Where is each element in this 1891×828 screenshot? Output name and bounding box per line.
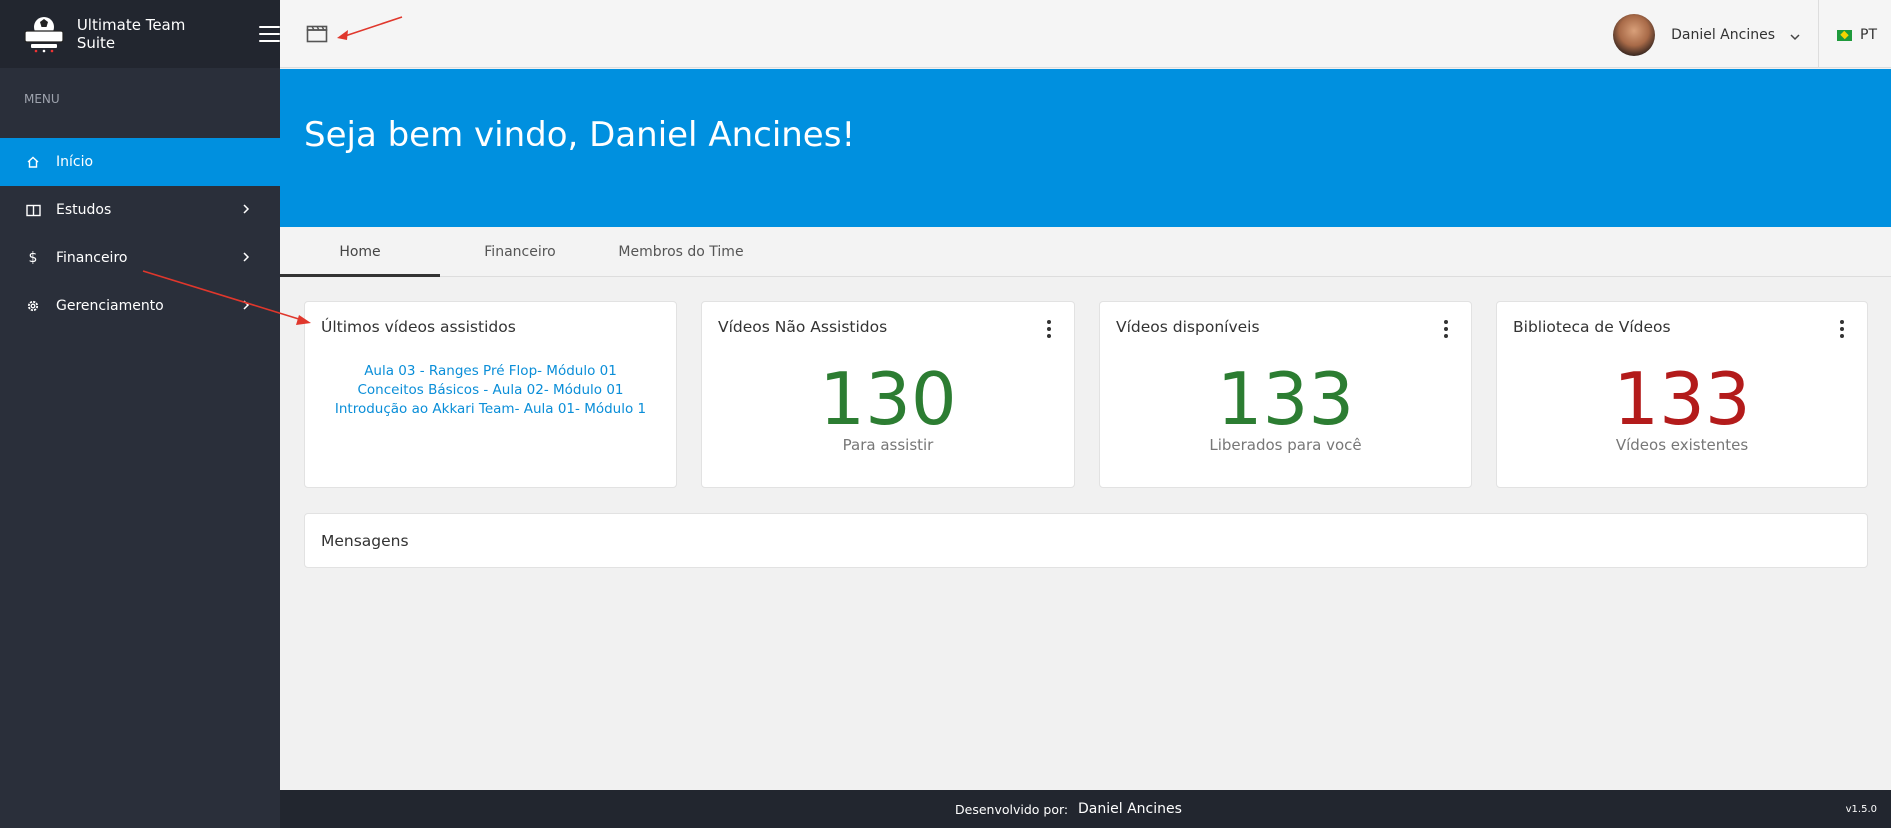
sidebar: Ultimate Team Suite MENU Início Estudos … — [0, 0, 280, 828]
unwatched-label: Para assistir — [842, 436, 934, 454]
more-options-icon[interactable] — [1046, 320, 1052, 338]
sidebar-item-estudos[interactable]: Estudos — [0, 186, 280, 234]
app-logo[interactable] — [22, 14, 67, 54]
sidebar-item-financeiro[interactable]: $ Financeiro — [0, 234, 280, 282]
user-name: Daniel Ancines — [1671, 27, 1775, 43]
welcome-title: Seja bem vindo, Daniel Ancines! — [304, 115, 856, 155]
chevron-right-icon — [242, 251, 250, 267]
video-library-card: Biblioteca de Vídeos 133 Vídeos existent… — [1496, 301, 1868, 488]
tab-financeiro[interactable]: Financeiro — [440, 227, 600, 277]
brazil-flag-icon — [1837, 29, 1852, 41]
welcome-banner: Seja bem vindo, Daniel Ancines! — [280, 69, 1891, 227]
card-title: Últimos vídeos assistidos — [321, 318, 516, 336]
more-options-icon[interactable] — [1839, 320, 1845, 338]
book-icon — [24, 201, 42, 219]
footer: Desenvolvido por: Daniel Ancines v1.5.0 — [280, 790, 1891, 828]
unwatched-videos-card: Vídeos Não Assistidos 130 Para assistir — [701, 301, 1075, 488]
library-label: Vídeos existentes — [1615, 436, 1749, 454]
chevron-right-icon — [242, 203, 250, 219]
tab-membros-do-time[interactable]: Membros do Time — [600, 227, 762, 277]
user-menu[interactable]: Daniel Ancines — [1613, 14, 1801, 56]
recent-videos-card: Últimos vídeos assistidos Aula 03 - Rang… — [304, 301, 677, 488]
tab-home[interactable]: Home — [280, 227, 440, 277]
divider — [1818, 0, 1819, 68]
menu-heading: MENU — [24, 92, 60, 106]
menu-toggle-icon[interactable] — [258, 26, 280, 42]
developed-by-label: Desenvolvido por: — [955, 802, 1069, 817]
sidebar-item-label: Início — [56, 154, 94, 170]
card-title: Vídeos Não Assistidos — [718, 318, 888, 336]
available-videos-card: Vídeos disponíveis 133 Liberados para vo… — [1099, 301, 1472, 488]
clapperboard-icon[interactable] — [306, 25, 328, 47]
version-label: v1.5.0 — [1845, 804, 1877, 815]
recent-videos-list: Aula 03 - Ranges Pré Flop- Módulo 01 Con… — [305, 362, 676, 419]
recent-video-link[interactable]: Conceitos Básicos - Aula 02- Módulo 01 — [305, 381, 676, 400]
gear-icon — [24, 297, 42, 315]
home-icon — [24, 153, 42, 171]
sidebar-item-inicio[interactable]: Início — [0, 138, 280, 186]
unwatched-count: 130 — [819, 357, 957, 441]
card-title: Vídeos disponíveis — [1116, 318, 1260, 336]
recent-video-link[interactable]: Introdução ao Akkari Team- Aula 01- Módu… — [305, 400, 676, 419]
available-label: Liberados para você — [1209, 436, 1362, 454]
chevron-right-icon — [242, 299, 250, 315]
sidebar-item-label: Financeiro — [56, 250, 128, 266]
messages-panel: Mensagens — [304, 513, 1868, 568]
messages-title: Mensagens — [321, 532, 409, 550]
sidebar-item-label: Estudos — [56, 202, 112, 218]
sidebar-nav: Início Estudos $ Financeiro Gerenciament… — [0, 138, 280, 330]
app-name: Ultimate Team Suite — [76, 16, 186, 52]
top-bar: Daniel Ancines PT — [280, 0, 1891, 68]
library-count: 133 — [1613, 357, 1751, 441]
developer-name: Daniel Ancines — [1078, 801, 1182, 817]
language-label: PT — [1860, 27, 1877, 43]
language-selector[interactable]: PT — [1837, 27, 1877, 43]
card-title: Biblioteca de Vídeos — [1513, 318, 1671, 336]
dollar-icon: $ — [28, 250, 38, 266]
available-count: 133 — [1216, 357, 1355, 441]
tab-bar: Home Financeiro Membros do Time — [280, 227, 1891, 277]
chevron-down-icon — [1789, 26, 1801, 45]
sidebar-item-label: Gerenciamento — [56, 298, 164, 314]
more-options-icon[interactable] — [1443, 320, 1449, 338]
recent-video-link[interactable]: Aula 03 - Ranges Pré Flop- Módulo 01 — [305, 362, 676, 381]
sidebar-item-gerenciamento[interactable]: Gerenciamento — [0, 282, 280, 330]
brand-bar: Ultimate Team Suite — [0, 0, 280, 68]
avatar — [1613, 14, 1656, 56]
